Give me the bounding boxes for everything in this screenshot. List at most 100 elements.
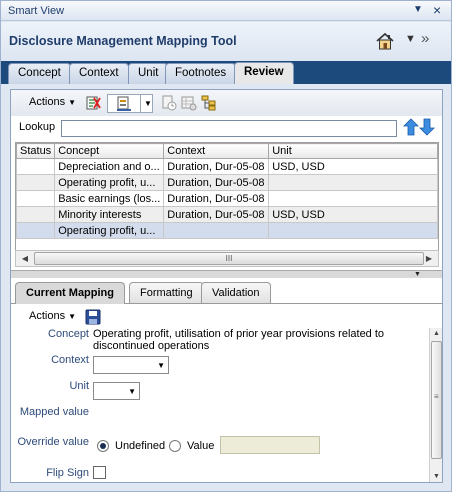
splitter-handle-icon[interactable]: ▼ bbox=[414, 271, 421, 278]
concept-cell: Minority interests bbox=[54, 206, 165, 223]
column-header-concept[interactable]: Concept bbox=[54, 143, 165, 159]
flip-sign-label: Flip Sign bbox=[46, 467, 89, 479]
flip-sign-checkbox[interactable] bbox=[93, 466, 106, 479]
actions-menu-button[interactable]: Actions ▼ bbox=[29, 96, 76, 108]
actions-label: Actions bbox=[29, 310, 66, 322]
scroll-left-icon[interactable]: ◀ bbox=[18, 252, 32, 265]
more-icon[interactable]: » bbox=[421, 30, 429, 47]
chevron-down-icon: ▼ bbox=[128, 387, 136, 396]
scrollbar-thumb[interactable]: ≡ bbox=[431, 341, 442, 459]
mapping-actions-menu-button[interactable]: Actions ▼ bbox=[29, 310, 76, 322]
scroll-up-icon[interactable]: ▲ bbox=[431, 330, 442, 337]
unit-cell bbox=[268, 190, 438, 207]
context-cell: Duration, Dur-05-08 bbox=[163, 174, 270, 191]
grid-header-row: Status Concept Context Unit bbox=[15, 143, 438, 159]
concept-label: Concept bbox=[48, 328, 89, 340]
column-header-unit[interactable]: Unit bbox=[268, 143, 438, 159]
tab-validation[interactable]: Validation bbox=[201, 282, 271, 303]
smart-view-panel: Smart View ▼ × Disclosure Management Map… bbox=[0, 0, 452, 492]
chevron-down-icon: ▼ bbox=[157, 361, 165, 370]
lookup-input[interactable] bbox=[61, 120, 397, 137]
close-icon[interactable]: × bbox=[433, 2, 441, 18]
refresh-mapping-icon[interactable] bbox=[85, 95, 101, 111]
app-header: Disclosure Management Mapping Tool ▼ » bbox=[1, 22, 451, 61]
tab-current-mapping[interactable]: Current Mapping bbox=[15, 282, 125, 304]
status-cell bbox=[15, 222, 56, 239]
tab-unit[interactable]: Unit bbox=[128, 63, 169, 84]
unit-cell bbox=[268, 174, 438, 191]
chevron-down-icon: ▼ bbox=[68, 98, 76, 107]
tab-concept[interactable]: Concept bbox=[8, 63, 71, 84]
document-view-dropdown[interactable]: ▼ bbox=[107, 94, 153, 113]
actions-label: Actions bbox=[29, 96, 66, 108]
override-value-input[interactable] bbox=[220, 436, 320, 454]
tab-label: Footnotes bbox=[175, 67, 227, 79]
tab-label: Context bbox=[79, 67, 119, 79]
override-value-label: Override value bbox=[17, 436, 89, 448]
main-tab-strip: Concept Context Unit Footnotes Review bbox=[1, 61, 451, 84]
header-menu-icon[interactable]: ▼ bbox=[405, 33, 416, 45]
unit-dropdown[interactable]: ▼ bbox=[93, 382, 140, 400]
context-cell: Duration, Dur-05-08 bbox=[163, 206, 270, 223]
sort-arrows-icon[interactable] bbox=[403, 117, 437, 137]
grid-view-icon[interactable] bbox=[181, 95, 197, 111]
lookup-row: Lookup bbox=[11, 117, 442, 139]
hierarchy-icon[interactable] bbox=[201, 95, 217, 111]
scrollbar-grip: ≡ bbox=[434, 392, 439, 401]
context-cell: Duration, Dur-05-08 bbox=[163, 158, 270, 175]
unit-cell: USD, USD bbox=[268, 158, 438, 175]
mapping-tab-strip: Current Mapping Formatting Validation bbox=[11, 280, 442, 304]
override-value-radio[interactable] bbox=[169, 440, 181, 452]
chevron-down-icon: ▼ bbox=[68, 312, 76, 321]
pane-options-icon[interactable]: ▼ bbox=[413, 4, 423, 15]
tab-formatting[interactable]: Formatting bbox=[129, 282, 204, 303]
tab-label: Current Mapping bbox=[26, 287, 114, 299]
scroll-down-icon[interactable]: ▼ bbox=[431, 473, 442, 480]
history-icon[interactable] bbox=[161, 95, 177, 111]
table-row[interactable]: Minority interests Duration, Dur-05-08 U… bbox=[15, 206, 438, 223]
context-dropdown[interactable]: ▼ bbox=[93, 356, 169, 374]
mapped-value-label: Mapped value bbox=[19, 406, 89, 418]
concept-cell: Depreciation and o... bbox=[54, 158, 165, 175]
save-icon[interactable] bbox=[85, 309, 101, 325]
status-cell bbox=[15, 206, 56, 223]
table-row-selected[interactable]: Operating profit, u... bbox=[15, 222, 438, 239]
status-cell bbox=[15, 158, 56, 175]
window-title: Smart View bbox=[8, 5, 65, 17]
page-title: Disclosure Management Mapping Tool bbox=[9, 34, 237, 48]
tab-label: Unit bbox=[138, 67, 159, 79]
window-titlebar: Smart View ▼ × bbox=[1, 1, 451, 21]
status-cell bbox=[15, 190, 56, 207]
mapping-toolbar: Actions ▼ bbox=[11, 305, 442, 327]
context-cell: Duration, Dur-05-08 bbox=[163, 190, 270, 207]
tab-context[interactable]: Context bbox=[69, 63, 129, 84]
column-header-context[interactable]: Context bbox=[163, 143, 270, 159]
document-icon bbox=[117, 96, 131, 111]
table-row[interactable]: Operating profit, u... Duration, Dur-05-… bbox=[15, 174, 438, 191]
mapping-grid: Status Concept Context Unit Depreciation… bbox=[15, 142, 439, 258]
current-mapping-form: Concept Operating profit, utilisation of… bbox=[11, 328, 429, 484]
status-cell bbox=[15, 174, 56, 191]
tab-label: Formatting bbox=[140, 287, 193, 299]
lookup-label: Lookup bbox=[19, 121, 56, 133]
override-value-option-label: Value bbox=[187, 440, 215, 452]
chevron-down-icon: ▼ bbox=[144, 99, 152, 108]
tab-footnotes[interactable]: Footnotes bbox=[165, 63, 237, 84]
form-vertical-scrollbar[interactable]: ▲ ≡ ▼ bbox=[429, 328, 442, 482]
table-row[interactable]: Basic earnings (los... Duration, Dur-05-… bbox=[15, 190, 438, 207]
unit-cell bbox=[268, 222, 438, 239]
override-undefined-radio[interactable] bbox=[97, 440, 109, 452]
concept-cell: Operating profit, u... bbox=[54, 222, 165, 239]
grid-horizontal-scrollbar[interactable]: ◀ III ▶ bbox=[15, 250, 439, 267]
scroll-right-icon[interactable]: ▶ bbox=[422, 252, 436, 265]
tab-label: Validation bbox=[212, 287, 260, 299]
table-row[interactable]: Depreciation and o... Duration, Dur-05-0… bbox=[15, 158, 438, 175]
pane-splitter[interactable]: ▼ bbox=[11, 270, 442, 278]
column-header-status[interactable]: Status bbox=[15, 143, 56, 159]
tab-label: Concept bbox=[18, 67, 61, 79]
tab-review[interactable]: Review bbox=[234, 62, 294, 84]
home-icon[interactable] bbox=[375, 32, 395, 50]
scrollbar-thumb[interactable]: III bbox=[34, 252, 424, 265]
context-label: Context bbox=[51, 354, 89, 366]
override-undefined-label: Undefined bbox=[115, 440, 166, 452]
